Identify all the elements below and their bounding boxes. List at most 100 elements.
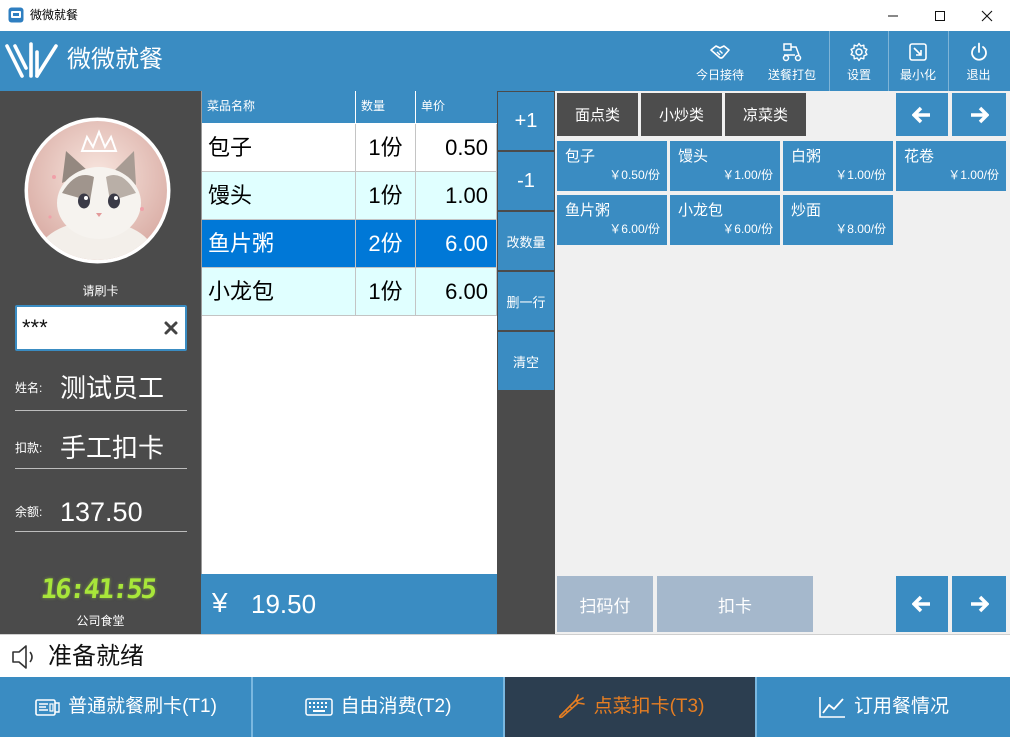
- dish-next-page-button[interactable]: [952, 576, 1006, 632]
- today-reception-button[interactable]: 今日接待: [690, 31, 750, 91]
- scan-pay-button[interactable]: 扫码付: [557, 576, 653, 632]
- card-deduct-button[interactable]: 扣卡: [657, 576, 813, 632]
- dish-price: ￥6.00/份: [609, 222, 660, 236]
- order-row[interactable]: 馒头 1份 1.00: [202, 172, 497, 220]
- delete-row-button[interactable]: 删一行: [498, 272, 554, 330]
- column-header-qty: 数量: [356, 91, 416, 123]
- dish-card[interactable]: 鱼片粥 ￥6.00/份: [557, 195, 667, 245]
- dish-card[interactable]: 包子 ￥0.50/份: [557, 141, 667, 191]
- dish-card[interactable]: 白粥 ￥1.00/份: [783, 141, 893, 191]
- order-table: 菜品名称 数量 单价 包子 1份 0.50 馒头 1份 1.00 鱼片粥 2份 …: [201, 91, 497, 574]
- order-row[interactable]: 小龙包 1份 6.00: [202, 268, 497, 316]
- order-item-price: 1.00: [416, 172, 497, 220]
- order-item-price: 0.50: [416, 124, 497, 172]
- dish-card[interactable]: 炒面 ￥8.00/份: [783, 195, 893, 245]
- minimize-app-button[interactable]: 最小化: [889, 31, 947, 91]
- clear-all-button[interactable]: 清空: [498, 332, 554, 390]
- order-item-qty: 1份: [356, 268, 416, 316]
- card-input-box: [15, 305, 187, 351]
- tab-meal-booking[interactable]: 订用餐情况: [757, 677, 1010, 737]
- dish-price: ￥1.00/份: [835, 168, 886, 182]
- currency-symbol: ¥: [212, 587, 228, 618]
- arrow-left-icon: [912, 106, 930, 123]
- tab-free-consume[interactable]: 自由消费(T2): [253, 677, 503, 737]
- dish-name: 炒面: [791, 202, 822, 219]
- status-bar: 准备就绪: [0, 634, 1010, 677]
- dish-name: 小龙包: [678, 202, 724, 219]
- window-title: 微微就餐: [30, 8, 79, 22]
- window-close-button[interactable]: [964, 0, 1010, 31]
- dish-price: ￥0.50/份: [609, 168, 660, 182]
- dish-price: ￥8.00/份: [835, 222, 886, 236]
- window-maximize-button[interactable]: [917, 0, 963, 31]
- category-next-button[interactable]: [952, 93, 1006, 136]
- tab-card-dining[interactable]: 普通就餐刷卡(T1): [0, 677, 251, 737]
- change-qty-button[interactable]: 改数量: [498, 212, 554, 270]
- order-item-price: 6.00: [416, 268, 497, 316]
- order-actions: +1 -1 改数量 删一行 清空: [497, 91, 555, 634]
- category-tab-cold-dishes[interactable]: 凉菜类: [725, 93, 806, 136]
- order-item-price: 6.00: [416, 220, 497, 268]
- order-row[interactable]: 包子 1份 0.50: [202, 124, 497, 172]
- order-item-name: 包子: [202, 124, 356, 172]
- deduct-underline: [15, 468, 187, 469]
- mode-tabs: 普通就餐刷卡(T1) 自由消费(T2) 点菜扣卡(T3) 订用餐情况: [0, 677, 1010, 737]
- carrot-icon: [556, 694, 586, 720]
- column-header-price: 单价: [421, 99, 446, 113]
- name-value: 测试员工: [60, 373, 165, 403]
- chart-icon: [818, 695, 846, 719]
- clear-icon[interactable]: [163, 320, 179, 336]
- exit-label: 退出: [966, 68, 991, 82]
- arrow-right-icon: [971, 595, 989, 613]
- deduct-value: 手工扣卡: [60, 433, 165, 463]
- logo-icon: [5, 42, 58, 78]
- app-icon: [8, 7, 24, 23]
- card-input[interactable]: [22, 313, 162, 343]
- order-row[interactable]: 鱼片粥 2份 6.00: [202, 220, 497, 268]
- dish-name: 包子: [565, 148, 596, 165]
- name-label: 姓名:: [15, 381, 43, 395]
- category-tab-stirfry[interactable]: 小炒类: [641, 93, 722, 136]
- window-maximize-icon: [935, 10, 945, 21]
- order-item-qty: 1份: [356, 124, 416, 172]
- delivery-pack-label: 送餐打包: [767, 68, 816, 82]
- speaker-icon: [12, 645, 33, 669]
- power-icon: [969, 41, 989, 63]
- dish-name: 花卷: [904, 148, 935, 165]
- handshake-icon: [709, 41, 731, 63]
- dish-card[interactable]: 花卷 ￥1.00/份: [896, 141, 1006, 191]
- avatar: [24, 117, 171, 264]
- canteen-name: 公司食堂: [76, 614, 125, 628]
- window-minimize-button[interactable]: [870, 0, 916, 31]
- gear-icon: [849, 41, 869, 63]
- arrow-right-icon: [971, 106, 989, 123]
- balance-label: 余额:: [15, 505, 43, 519]
- window-close-icon: [981, 10, 993, 21]
- settings-label: 设置: [846, 68, 871, 82]
- tab-label: 自由消费(T2): [340, 696, 452, 717]
- window-minimize-icon: [888, 15, 898, 16]
- order-item-qty: 2份: [356, 220, 416, 268]
- title-bar: 微微就餐: [0, 0, 1010, 31]
- order-item-name: 鱼片粥: [202, 220, 356, 268]
- dish-name: 鱼片粥: [565, 202, 611, 219]
- category-tab-noodles[interactable]: 面点类: [557, 93, 638, 136]
- tab-order-deduct[interactable]: 点菜扣卡(T3): [505, 677, 755, 737]
- arrow-left-icon: [912, 595, 930, 613]
- name-underline: [15, 410, 187, 411]
- dish-prev-page-button[interactable]: [896, 576, 948, 632]
- category-prev-button[interactable]: [896, 93, 948, 136]
- order-item-qty: 1份: [356, 172, 416, 220]
- exit-button[interactable]: 退出: [949, 31, 1008, 91]
- order-item-name: 馒头: [202, 172, 356, 220]
- dish-card[interactable]: 小龙包 ￥6.00/份: [670, 195, 780, 245]
- dish-price: ￥1.00/份: [948, 168, 999, 182]
- delivery-pack-button[interactable]: 送餐打包: [762, 31, 822, 91]
- increment-button[interactable]: +1: [498, 92, 554, 150]
- dish-card[interactable]: 馒头 ￥1.00/份: [670, 141, 780, 191]
- today-reception-label: 今日接待: [695, 68, 744, 82]
- decrement-button[interactable]: -1: [498, 152, 554, 210]
- brand-name: 微微就餐: [67, 46, 163, 73]
- settings-button[interactable]: 设置: [830, 31, 888, 91]
- order-total: 19.50: [251, 589, 317, 619]
